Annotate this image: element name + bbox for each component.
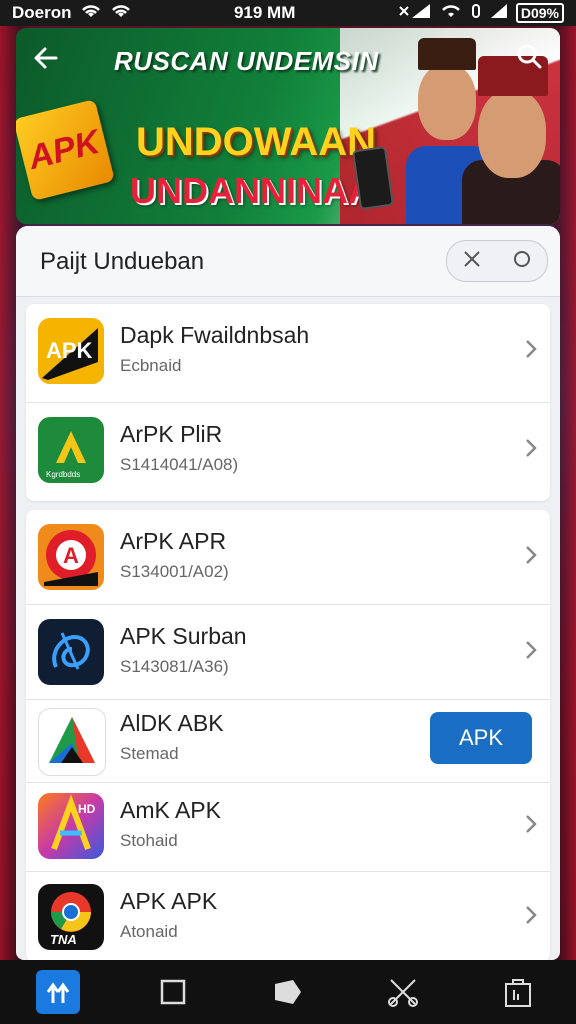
app-name: ArPK APR — [120, 528, 227, 554]
app-group-top: APK Dapk Fwaildnbsah Ecbnaid Kgrdbdds Ar… — [26, 304, 550, 501]
signal-icon — [398, 3, 432, 24]
arrow-left-icon — [34, 47, 58, 69]
app-subtitle: Stohaid — [120, 831, 178, 850]
wifi-icon — [110, 3, 132, 24]
header-banner: RUSCAN UNDEMSIN APK UNDOWAAN UNDANNINAA — [16, 28, 560, 224]
app-subtitle: Ecbnaid — [120, 356, 182, 375]
app-name: APK Surban — [120, 623, 247, 649]
icon-text: TNA — [50, 932, 77, 947]
app-row[interactable]: A ArPK APR S134001/A02) — [26, 510, 550, 605]
apk-black-icon: APK — [38, 318, 104, 384]
app-list-sheet: Paijt Undueban APK Dapk Fwaildnbsah Ecbn… — [16, 226, 560, 960]
nav-tools-button[interactable] — [381, 970, 425, 1014]
app-name: APK APK — [120, 888, 218, 914]
search-button[interactable] — [512, 42, 546, 76]
signal-bars-icon — [490, 3, 508, 24]
app-group-bottom: A ArPK APR S134001/A02) APK Surban S1430… — [26, 510, 550, 960]
app-row[interactable]: TNA APK APK Atonaid — [26, 872, 550, 960]
back-button[interactable] — [30, 44, 62, 76]
clock: 919 MM — [233, 3, 296, 22]
circle-icon[interactable] — [513, 248, 531, 274]
wifi-icon — [440, 3, 462, 24]
carrier-label: Doeron — [12, 3, 72, 22]
battery-indicator: D09% — [515, 3, 564, 23]
app-row[interactable]: APK Surban S143081/A36) — [26, 605, 550, 700]
app-row[interactable]: HD AmK APK Stohaid — [26, 783, 550, 872]
badge-label: APK — [24, 122, 104, 177]
sheet-actions — [446, 240, 548, 282]
banner-subheadline: UNDANNINAA — [130, 170, 374, 211]
search-icon — [517, 44, 542, 69]
blue-swirl-icon — [38, 619, 104, 685]
chevron-right-icon — [524, 437, 538, 465]
scissors-icon — [388, 979, 419, 1007]
app-name: Dapk Fwaildnbsah — [120, 322, 310, 348]
nav-back-button[interactable] — [266, 970, 310, 1014]
banner-title: RUSCAN UNDEMSIN — [114, 46, 379, 76]
square-icon — [160, 979, 186, 1005]
app-name: AlDK ABK — [120, 710, 224, 736]
icon-text: HD — [78, 802, 96, 816]
tag-icon — [274, 980, 301, 1004]
app-subtitle: S134001/A02) — [120, 562, 229, 581]
chevron-right-icon — [524, 639, 538, 667]
app-subtitle: S143081/A36) — [120, 657, 229, 676]
sheet-title: Paijt Undueban — [40, 248, 205, 275]
banner-apk-badge: APK — [16, 99, 115, 201]
up-arrows-icon — [46, 982, 69, 1003]
green-a-icon: Kgrdbdds — [38, 417, 104, 483]
chevron-right-icon — [524, 904, 538, 932]
app-row[interactable]: Kgrdbdds ArPK PliR S1414041/A08) — [26, 403, 550, 501]
chrome-like-icon: TNA — [38, 884, 104, 950]
icon-text: A — [63, 543, 79, 568]
banner-headline: UNDOWAAN — [136, 120, 376, 164]
close-icon[interactable] — [463, 248, 481, 274]
wifi-icon — [80, 3, 102, 24]
app-name: ArPK PliR — [120, 421, 223, 447]
alarm-icon — [470, 3, 482, 24]
gradient-a-icon: HD — [38, 793, 104, 859]
chevron-right-icon — [524, 338, 538, 366]
chevron-right-icon — [524, 813, 538, 841]
icon-text: APK — [46, 338, 93, 363]
red-a-icon: A — [38, 524, 104, 590]
nav-home-button[interactable] — [35, 970, 80, 1014]
bottom-nav-bar — [0, 960, 576, 1024]
nav-bag-button[interactable] — [496, 970, 540, 1014]
app-row[interactable]: AlDK ABK Stemad APK — [26, 700, 550, 783]
app-subtitle: Stemad — [120, 744, 179, 763]
chevron-right-icon — [524, 544, 538, 572]
apk-download-button[interactable]: APK — [430, 712, 532, 764]
icon-text: Kgrdbdds — [46, 470, 80, 479]
app-row[interactable]: APK Dapk Fwaildnbsah Ecbnaid — [26, 304, 550, 403]
nav-recents-button[interactable] — [151, 970, 195, 1014]
status-bar: Doeron 919 MM D09% — [0, 0, 576, 26]
bag-icon — [505, 979, 532, 1007]
app-name: AmK APK — [120, 797, 221, 823]
app-subtitle: Atonaid — [120, 922, 178, 941]
app-subtitle: S1414041/A08) — [120, 455, 239, 474]
tricolor-a-icon — [38, 708, 106, 776]
sheet-header: Paijt Undueban — [16, 226, 560, 297]
